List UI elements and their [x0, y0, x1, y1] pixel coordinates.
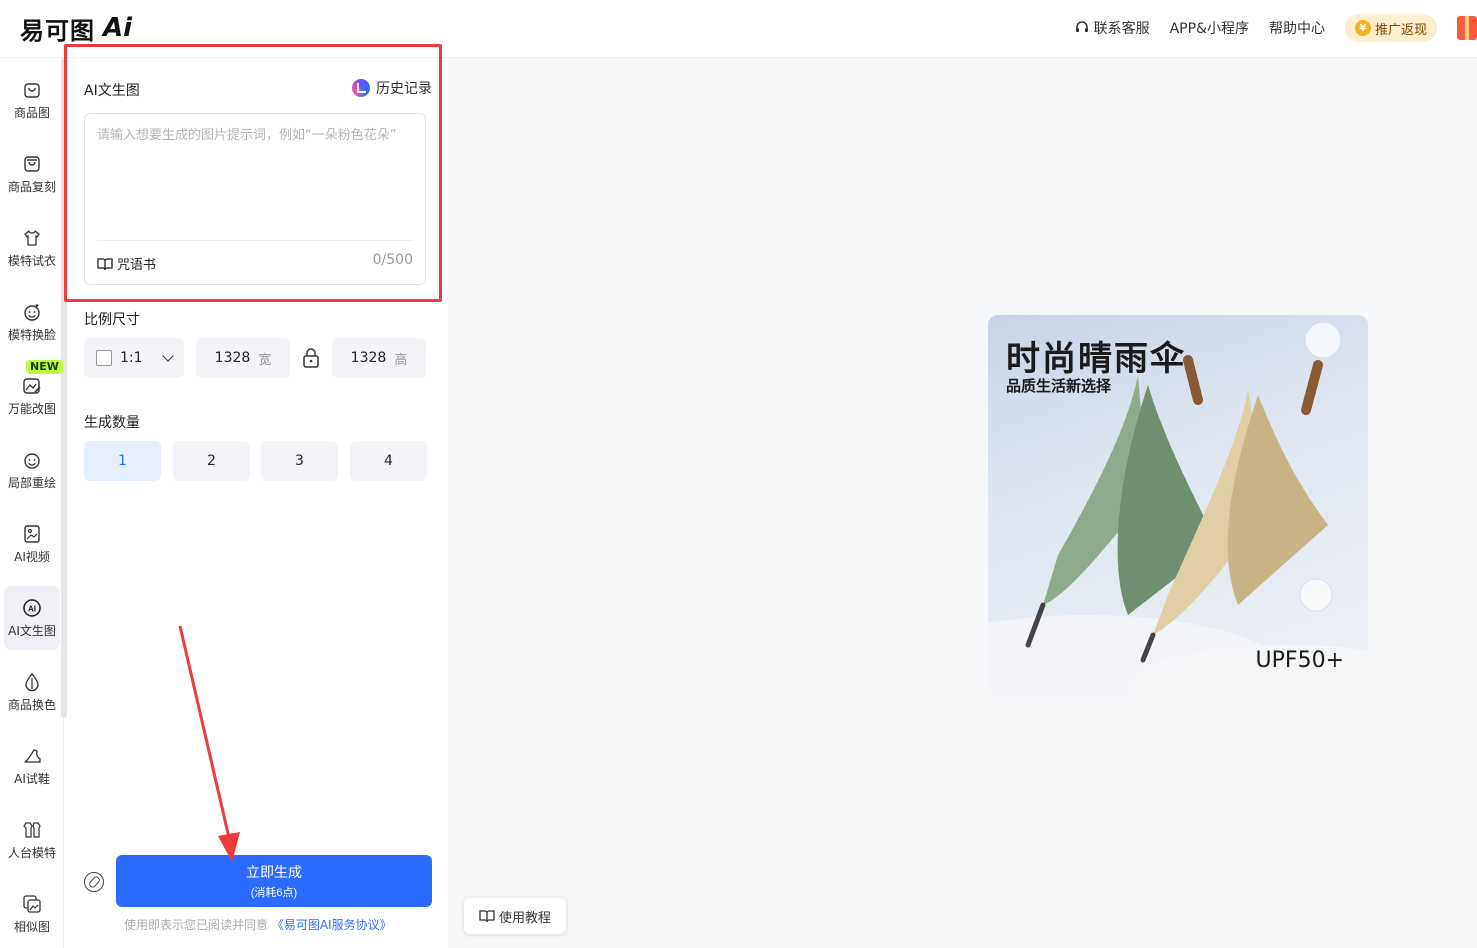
support-link[interactable]: 联系客服 — [1074, 18, 1150, 38]
headset-icon — [1075, 21, 1088, 32]
app-logo[interactable]: 易可图 Ai — [20, 12, 133, 45]
book-icon — [479, 910, 495, 923]
sidebar-item-label: AI文生图 — [8, 623, 56, 638]
tutorial-label: 使用教程 — [498, 910, 551, 926]
preview-badge: UPF50+ — [1255, 648, 1344, 673]
sidebar-item-label: 商品图 — [13, 105, 50, 120]
count-option-2[interactable]: 2 — [173, 441, 250, 481]
coin-icon: ¥ — [1354, 20, 1371, 36]
highlight-frame — [64, 44, 442, 302]
main-canvas: 时尚晴雨伞 品质生活新选择 UPF50+ 使用教程 — [448, 58, 1477, 948]
count-option-3[interactable]: 3 — [261, 441, 338, 481]
example-preview-image: 时尚晴雨伞 品质生活新选择 UPF50+ — [988, 315, 1368, 695]
generate-label: 立即生成 — [246, 864, 302, 880]
preview-subtitle: 品质生活新选择 — [1006, 377, 1112, 395]
preview-title: 时尚晴雨伞 — [1006, 339, 1186, 379]
promo-label: 推广返现 — [1374, 22, 1427, 38]
sidebar-item-label: 商品换色 — [7, 697, 56, 712]
sidebar-item-product-image[interactable]: 商品图 — [4, 68, 60, 132]
height-input[interactable]: 1328 高 — [332, 338, 426, 378]
tutorial-button[interactable]: 使用教程 — [464, 898, 566, 934]
count-option-4[interactable]: 4 — [350, 441, 427, 481]
ratio-select[interactable]: 1:1 — [84, 338, 184, 378]
bag-icon — [24, 82, 40, 98]
width-value: 1328 — [214, 350, 251, 366]
square-ratio-icon — [96, 350, 112, 366]
app-link[interactable]: APP&小程序 — [1170, 18, 1249, 38]
promo-button[interactable]: ¥ 推广返现 — [1344, 14, 1437, 42]
sidebar-item-ai-video[interactable]: AI视频 — [4, 512, 60, 576]
count-title: 生成数量 — [84, 415, 140, 431]
video-icon — [24, 524, 40, 543]
mannequin-icon — [23, 821, 41, 838]
sidebar-item-label: 商品复刻 — [7, 179, 56, 194]
bag-copy-icon — [24, 155, 40, 172]
sidebar-item-label: 人台模特 — [7, 845, 56, 860]
ratio-title: 比例尺寸 — [84, 312, 140, 328]
sidebar-item-universal-edit[interactable]: 万能改图 — [4, 364, 60, 428]
sidebar-item-label: 万能改图 — [7, 401, 56, 416]
width-unit: 宽 — [258, 352, 272, 368]
sidebar-item-mannequin[interactable]: 人台模特 — [4, 808, 60, 872]
agreement-link[interactable]: 《易可图AI服务协议》 — [272, 918, 392, 932]
logo-ai-mark: Ai — [103, 13, 133, 43]
sidebar-item-label: 相似图 — [13, 919, 50, 934]
sidebar-item-label: AI视频 — [14, 549, 50, 564]
link-icon[interactable] — [84, 872, 104, 892]
sidebar-item-label: 模特换脸 — [7, 327, 56, 342]
ratio-value: 1:1 — [120, 350, 143, 366]
sidebar-item-model-tryon[interactable]: 模特试衣 — [4, 216, 60, 280]
sidebar-item-similar-image[interactable]: 相似图 — [4, 882, 60, 946]
sidebar-item-label: AI试鞋 — [14, 771, 50, 786]
lock-icon[interactable] — [302, 348, 320, 368]
similar-image-icon — [23, 894, 41, 913]
height-unit: 高 — [394, 352, 408, 368]
sidebar: 商品图 商品复刻 模特试衣 模特换脸 NEW 万能改图 局部重绘 AI视频 AI… — [0, 58, 67, 948]
sidebar-item-face-swap[interactable]: 模特换脸 — [4, 290, 60, 354]
agreement-prefix: 使用即表示您已阅读并同意 — [124, 918, 269, 932]
gift-icon[interactable] — [1457, 16, 1477, 40]
image-edit-icon — [23, 377, 41, 394]
help-link[interactable]: 帮助中心 — [1269, 18, 1325, 38]
sidebar-item-recolor[interactable]: 商品换色 — [4, 660, 60, 724]
face-icon — [24, 303, 40, 321]
chevron-down-icon — [162, 350, 174, 362]
svg-text:AI: AI — [28, 604, 36, 613]
count-option-1[interactable]: 1 — [84, 441, 161, 481]
drop-icon — [25, 672, 39, 691]
sidebar-item-label: 模特试衣 — [7, 253, 56, 268]
sidebar-item-ai-text-to-image[interactable]: AI AI文生图 — [4, 586, 60, 650]
ai-circle-icon: AI — [23, 598, 41, 617]
height-value: 1328 — [350, 350, 387, 366]
sidebar-item-label: 局部重绘 — [7, 475, 56, 490]
face-paint-icon — [24, 452, 40, 469]
sidebar-item-inpaint[interactable]: 局部重绘 — [4, 438, 60, 502]
shoe-icon — [24, 748, 41, 763]
sidebar-item-ai-shoes[interactable]: AI试鞋 — [4, 734, 60, 798]
agreement-text: 使用即表示您已阅读并同意 《易可图AI服务协议》 — [124, 916, 392, 933]
sidebar-item-product-copy[interactable]: 商品复刻 — [4, 142, 60, 206]
generate-button[interactable]: 立即生成 (消耗6点) — [116, 855, 432, 907]
support-label: 联系客服 — [1093, 21, 1150, 37]
logo-text: 易可图 — [20, 16, 95, 45]
top-nav: 联系客服 APP&小程序 帮助中心 ¥ 推广返现 — [1074, 14, 1477, 42]
shirt-icon — [24, 229, 40, 246]
width-input[interactable]: 1328 宽 — [196, 338, 290, 378]
generate-cost: (消耗6点) — [250, 887, 298, 899]
